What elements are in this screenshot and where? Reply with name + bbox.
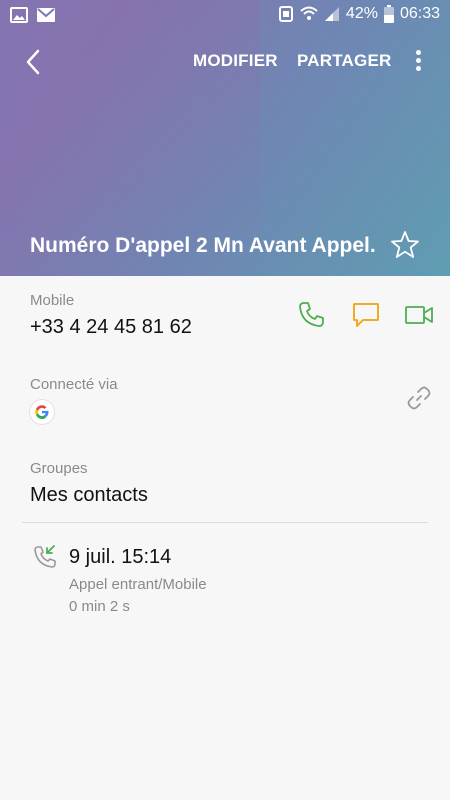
groups-value[interactable]: Mes contacts bbox=[30, 484, 148, 507]
connected-via-label: Connecté via bbox=[30, 376, 118, 393]
call-log-type: Appel entrant/Mobile bbox=[69, 576, 207, 593]
battery-icon bbox=[383, 5, 394, 23]
contact-name: Numéro D'appel 2 Mn Avant Appel... bbox=[30, 234, 375, 257]
phone-number[interactable]: +33 4 24 45 81 62 bbox=[30, 316, 192, 339]
link-icon[interactable] bbox=[405, 384, 433, 412]
wifi-icon bbox=[300, 6, 318, 20]
groups-label: Groupes bbox=[30, 460, 88, 477]
contact-header: 42% 06:33 MODIFIER PARTAGER Numéro D'app… bbox=[0, 0, 450, 276]
more-options-icon[interactable] bbox=[414, 50, 422, 74]
divider bbox=[22, 522, 428, 523]
status-bar: 42% 06:33 bbox=[0, 0, 450, 32]
toolbar: MODIFIER PARTAGER bbox=[0, 40, 450, 84]
signal-icon bbox=[324, 7, 339, 21]
call-log-duration: 0 min 2 s bbox=[69, 598, 130, 615]
call-icon[interactable] bbox=[296, 300, 326, 330]
battery-saver-icon bbox=[278, 6, 293, 22]
share-button[interactable]: PARTAGER bbox=[297, 51, 391, 71]
video-call-icon[interactable] bbox=[404, 300, 434, 330]
mail-notification-icon bbox=[37, 8, 55, 22]
gallery-notification-icon bbox=[10, 7, 28, 23]
battery-percent: 42% bbox=[345, 5, 378, 22]
back-arrow-icon[interactable] bbox=[18, 46, 50, 78]
message-icon[interactable] bbox=[351, 300, 381, 330]
google-icon bbox=[30, 400, 54, 424]
contact-details: Mobile +33 4 24 45 81 62 Connecté via Gr… bbox=[0, 276, 450, 800]
favorite-star-icon[interactable] bbox=[390, 230, 420, 260]
call-log-date[interactable]: 9 juil. 15:14 bbox=[69, 546, 171, 569]
incoming-call-icon bbox=[34, 545, 56, 568]
clock: 06:33 bbox=[399, 5, 440, 22]
phone-type-label: Mobile bbox=[30, 292, 75, 309]
edit-button[interactable]: MODIFIER bbox=[193, 51, 278, 71]
